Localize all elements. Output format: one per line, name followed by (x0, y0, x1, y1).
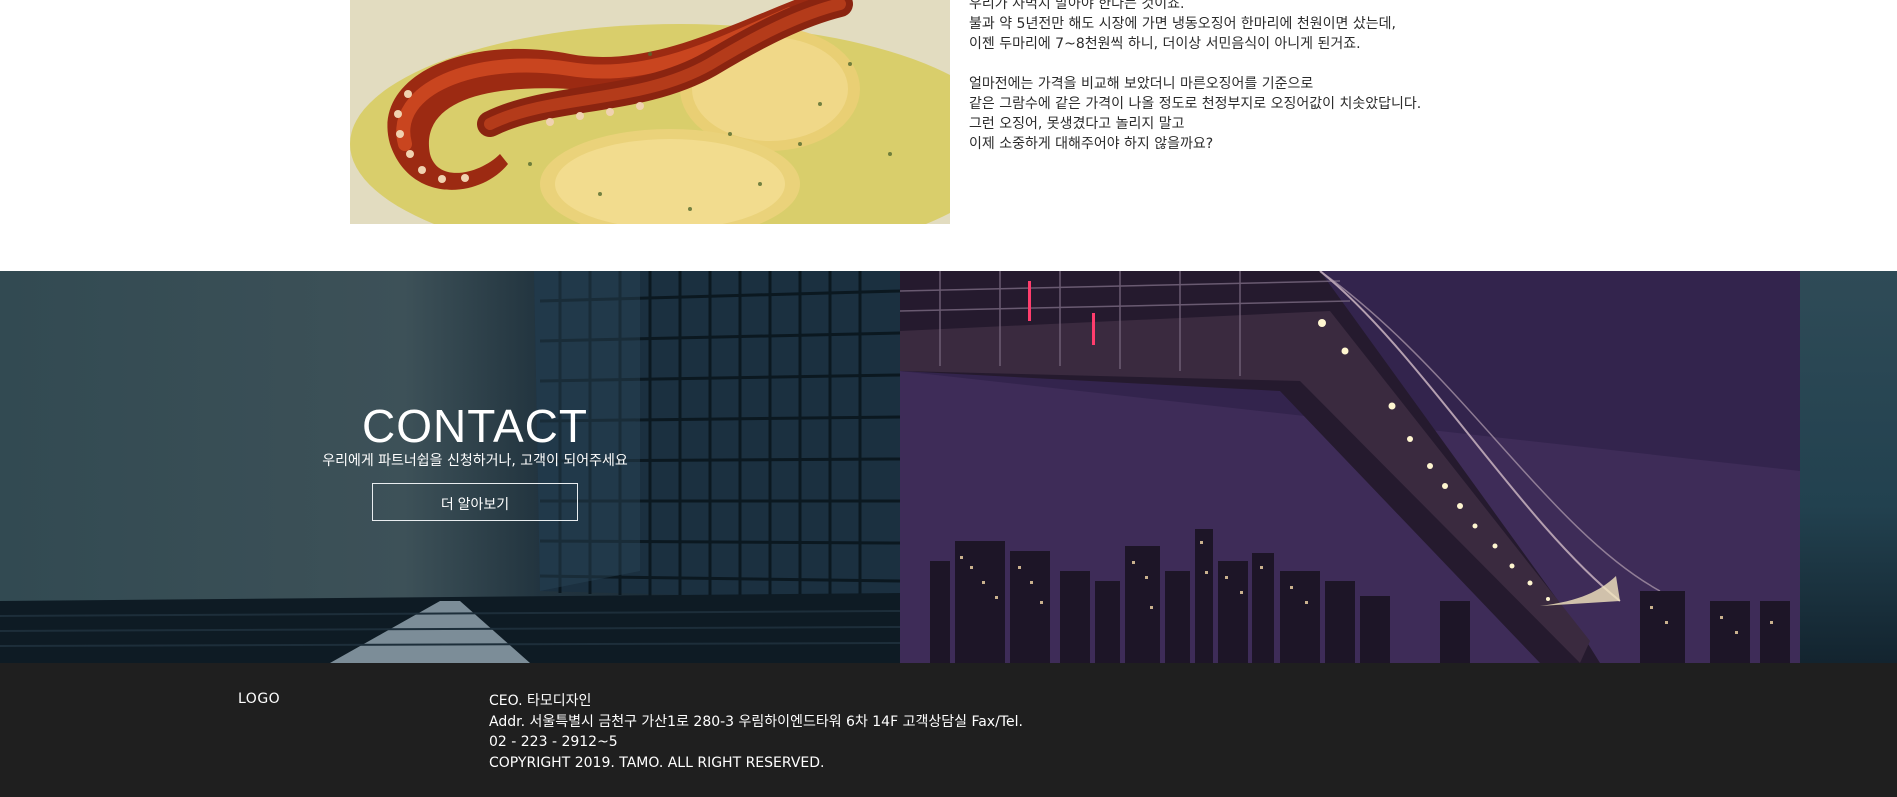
footer: LOGO CEO. 타모디자인 Addr. 서울특별시 금천구 가산1로 280… (0, 663, 1897, 797)
footer-info: CEO. 타모디자인 Addr. 서울특별시 금천구 가산1로 280-3 우림… (489, 691, 1023, 773)
footer-copyright: COPYRIGHT 2019. TAMO. ALL RIGHT RESERVED… (489, 754, 825, 771)
contact-section: CONTACT 우리에게 파트너쉽을 신청하거나, 고객이 되어주세요 더 알아… (0, 271, 1897, 663)
footer-phone: 02 - 223 - 2912~5 (489, 734, 618, 750)
story-line: 얼마전에는 가격을 비교해 보았더니 마른오징어를 기준으로 (969, 76, 1314, 92)
city-bridge-image (900, 271, 1800, 663)
contact-subtitle: 우리에게 파트너쉽을 신청하거나, 고객이 되어주세요 (322, 453, 628, 469)
footer-ceo: CEO. 타모디자인 (489, 693, 592, 709)
story-text: 우리가 사먹지 말아야 한다는 것이죠. 불과 약 5년전만 해도 시장에 가면… (969, 0, 1609, 174)
story-line: 그런 오징어, 못생겼다고 놀리지 말고 (969, 116, 1185, 132)
bridge-illustration (900, 271, 1800, 663)
grilled-octopus-image (350, 0, 950, 224)
octopus-illustration (350, 0, 950, 224)
story-section: 우리가 사먹지 말아야 한다는 것이죠. 불과 약 5년전만 해도 시장에 가면… (0, 0, 1897, 271)
contact-box: CONTACT 우리에게 파트너쉽을 신청하거나, 고객이 되어주세요 더 알아… (290, 401, 660, 521)
story-line: 우리가 사먹지 말아야 한다는 것이죠. (969, 0, 1185, 12)
story-paragraph-1: 우리가 사먹지 말아야 한다는 것이죠. 불과 약 5년전만 해도 시장에 가면… (969, 0, 1609, 54)
footer-logo[interactable]: LOGO (238, 691, 280, 707)
footer-address: Addr. 서울특별시 금천구 가산1로 280-3 우림하이엔드타워 6차 1… (489, 713, 1023, 730)
building-image-edge (1800, 271, 1897, 663)
contact-title: CONTACT (362, 400, 588, 452)
story-line: 이젠 두마리에 7~8천원씩 하니, 더이상 서민음식이 아니게 된거죠. (969, 36, 1361, 52)
page: 우리가 사먹지 말아야 한다는 것이죠. 불과 약 5년전만 해도 시장에 가면… (0, 0, 1897, 797)
story-line: 불과 약 5년전만 해도 시장에 가면 냉동오징어 한마리에 천원이면 샀는데, (969, 16, 1396, 32)
story-line: 같은 그람수에 같은 가격이 나올 정도로 천정부지로 오징어값이 치솟았답니다… (969, 96, 1422, 112)
story-line: 이제 소중하게 대해주어야 하지 않을까요? (969, 136, 1214, 152)
learn-more-button[interactable]: 더 알아보기 (372, 483, 578, 521)
story-paragraph-2: 얼마전에는 가격을 비교해 보았더니 마른오징어를 기준으로 같은 그람수에 같… (969, 74, 1609, 154)
